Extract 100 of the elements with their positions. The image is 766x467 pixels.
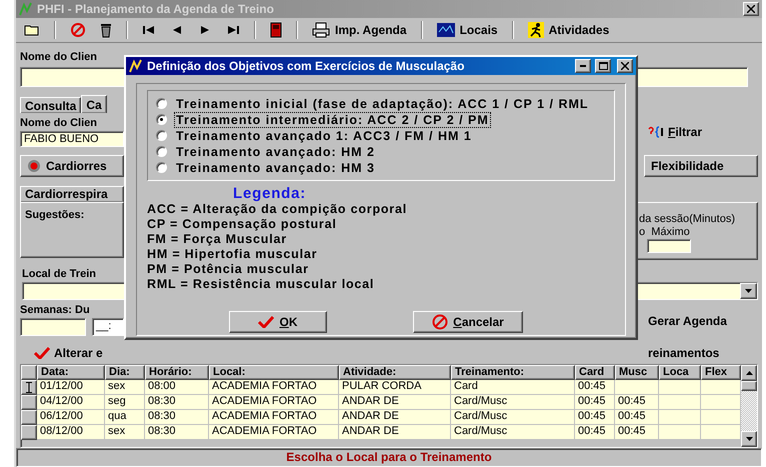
- column-header[interactable]: Musc: [615, 364, 659, 380]
- input-field[interactable]: [647, 238, 691, 253]
- table-cell: [701, 394, 741, 410]
- down-arrow-icon: [746, 436, 752, 441]
- caret-icon: [745, 289, 752, 294]
- trash-icon: [100, 22, 112, 38]
- table-cell: [615, 380, 659, 395]
- prohibited-icon: [70, 22, 86, 38]
- table-cell: seg: [105, 394, 145, 410]
- dialog-title: Definição dos Objetivos com Exercícios de Musculação: [147, 59, 466, 73]
- column-header[interactable]: Dia:: [105, 364, 145, 380]
- field-label: Local de Trein: [22, 268, 96, 280]
- text-cursor-icon: [26, 382, 32, 393]
- map-icon: [436, 23, 455, 37]
- column-header[interactable]: Data:: [37, 364, 105, 380]
- column-header[interactable]: Flex: [701, 364, 741, 380]
- table-cell: [701, 410, 741, 425]
- row-indicator[interactable]: [21, 410, 37, 425]
- window-title: PHFI - Planejamento da Agenda de Treino: [37, 2, 275, 16]
- maximize-button[interactable]: [595, 59, 611, 73]
- table-cell: 01/12/00: [37, 380, 105, 395]
- tab[interactable]: Cardiorrespira: [20, 186, 124, 202]
- radio-option[interactable]: Treinamento avançado 1: ACC3 / FM / HM 1: [156, 129, 606, 142]
- table-cell: ACADEMIA FORTAO: [209, 394, 339, 410]
- table-cell: 08/12/00: [37, 424, 105, 440]
- legend-entry: RML = Resistência muscular local: [147, 277, 374, 292]
- column-header[interactable]: Local:: [209, 364, 339, 380]
- app-icon: [19, 2, 33, 16]
- trainings-button[interactable]: reinamentos: [644, 346, 758, 360]
- field-label: Semanas: Du: [20, 304, 90, 316]
- table-cell: 06/12/00: [37, 410, 105, 425]
- scrollbar[interactable]: [741, 364, 757, 447]
- table-cell: [659, 410, 701, 425]
- runner-icon: [528, 22, 544, 38]
- table-cell: 08:30: [145, 424, 209, 440]
- row-indicator[interactable]: [21, 380, 37, 395]
- category-button[interactable]: Cardiorres: [20, 155, 124, 178]
- filter-button[interactable]: Filtrar: [644, 125, 758, 139]
- table-cell: ACADEMIA FORTAO: [209, 410, 339, 425]
- table-cell: 08:00: [145, 380, 209, 395]
- table-cell: PULAR CORDA: [339, 380, 451, 395]
- table-cell: Card/Musc: [451, 394, 575, 410]
- row-indicator[interactable]: [21, 394, 37, 410]
- close-button[interactable]: [743, 2, 759, 16]
- toolbar-button[interactable]: Locais: [432, 20, 502, 40]
- legend-title: Legenda:: [233, 185, 306, 202]
- table-cell: ANDAR DE: [339, 394, 451, 410]
- tab[interactable]: Consulta: [20, 97, 82, 113]
- table-cell: [659, 424, 701, 440]
- column-header[interactable]: Loca: [659, 364, 701, 380]
- app-icon: [129, 59, 143, 73]
- column-header[interactable]: Treinamento:: [451, 364, 575, 380]
- table-cell: Card: [451, 380, 575, 395]
- table-cell: [701, 380, 741, 395]
- category-button[interactable]: Flexibilidade: [644, 155, 758, 178]
- radio-option[interactable]: Treinamento inicial (fase de adaptação): ACC 1 / CP 1 / RML: [156, 97, 606, 110]
- last-icon: [226, 25, 240, 35]
- door-icon: [270, 22, 282, 38]
- alter-button[interactable]: Alterar e: [20, 346, 124, 360]
- table-cell: sex: [105, 424, 145, 440]
- generate-button[interactable]: Gerar Agenda: [644, 314, 758, 328]
- filter-icon: [648, 126, 664, 138]
- row-indicator[interactable]: [21, 424, 37, 440]
- legend-entry: ACC = Alteração da compição corporal: [147, 202, 408, 217]
- table-cell: 00:45: [575, 394, 615, 410]
- close-button[interactable]: [617, 59, 633, 73]
- table-cell: 00:45: [615, 394, 659, 410]
- column-header[interactable]: Horário:: [145, 364, 209, 380]
- ok-button[interactable]: OK: [229, 311, 327, 333]
- column-header[interactable]: Card: [575, 364, 615, 380]
- toolbar-button[interactable]: Atividades: [524, 20, 614, 40]
- legend-entry: HM = Hipertofia muscular: [147, 247, 318, 262]
- scroll-thumb[interactable]: [741, 380, 757, 391]
- field-label: Nome do Clien: [20, 51, 98, 63]
- checkmark-icon: [34, 347, 50, 360]
- input-field[interactable]: __:: [92, 318, 124, 336]
- up-arrow-icon: [746, 370, 752, 375]
- folder-icon: [24, 24, 40, 36]
- table-cell: 00:45: [575, 410, 615, 425]
- minimize-button[interactable]: [575, 59, 591, 73]
- radio-option[interactable]: Treinamento intermediário: ACC 2 / CP 2 / PM: [156, 113, 606, 126]
- table-cell: [659, 380, 701, 395]
- table-cell: 00:45: [615, 424, 659, 440]
- checkmark-icon: [258, 316, 274, 328]
- input-field[interactable]: FABIO BUENO: [20, 131, 124, 147]
- toolbar-button[interactable]: Imp. Agenda: [308, 20, 411, 40]
- table-cell: 04/12/00: [37, 394, 105, 410]
- radio-option[interactable]: Treinamento avançado: HM 3: [156, 161, 606, 174]
- radio-option[interactable]: Treinamento avançado: HM 2: [156, 145, 606, 158]
- table-cell: [659, 394, 701, 410]
- tab[interactable]: Ca: [81, 95, 107, 113]
- input-field[interactable]: [20, 318, 86, 336]
- table-cell: [701, 424, 741, 440]
- column-header[interactable]: Atividade:: [339, 364, 451, 380]
- legend-entry: CP = Compensação postural: [147, 217, 337, 232]
- section-label: da sessão(Minutos): [639, 212, 736, 225]
- legend-entry: FM = Força Muscular: [147, 232, 287, 247]
- printer-icon: [312, 22, 330, 38]
- prohibited-icon: [432, 314, 448, 330]
- cancel-button[interactable]: Cancelar: [413, 311, 523, 333]
